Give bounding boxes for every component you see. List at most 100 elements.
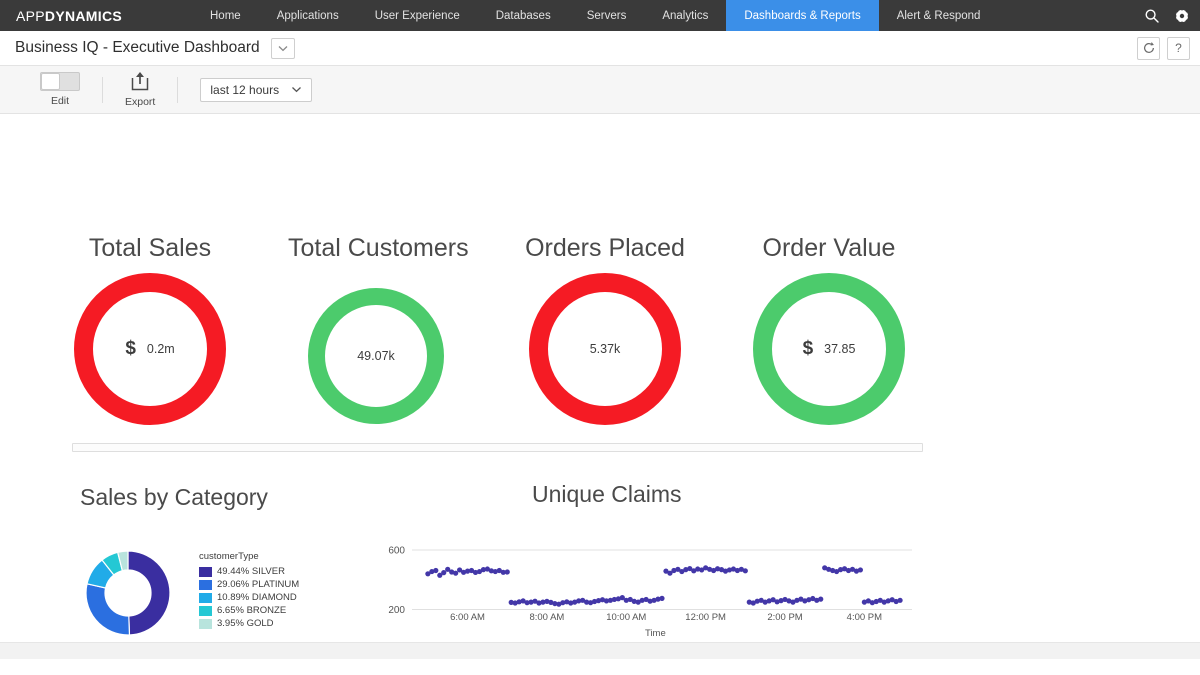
kpi-gauge-ring: $0.2m	[74, 273, 226, 425]
kpi-title: Orders Placed	[525, 234, 685, 262]
sales-by-category-donut-chart[interactable]	[74, 539, 182, 647]
edit-toggle[interactable]	[40, 72, 80, 91]
kpi-gauge-ring: 49.07k	[308, 288, 444, 424]
edit-label: Edit	[50, 95, 70, 107]
x-axis-tick: 10:00 AM	[606, 612, 647, 623]
legend-title: customerType	[199, 551, 259, 562]
legend-item-gold[interactable]: 3.95% GOLD	[199, 618, 299, 629]
dashboard-title-bar: Business IQ - Executive Dashboard ?	[0, 31, 1200, 66]
nav-item-alert-respond[interactable]: Alert & Respond	[879, 0, 999, 31]
legend-label: 29.06% PLATINUM	[217, 579, 300, 590]
kpi-value-group: 49.07k	[357, 349, 395, 363]
refresh-button[interactable]	[1137, 36, 1160, 60]
kpi-title: Total Sales	[88, 234, 212, 262]
kpi-value: 0.2m	[146, 342, 175, 356]
sales-by-category-title: Sales by Category	[80, 484, 268, 510]
y-axis-tick: 200	[388, 605, 405, 616]
top-navigation-bar: APP DYNAMICS Home Applications User Experie…	[0, 0, 1200, 31]
unique-claims-scatter-chart[interactable]: 200 600	[380, 534, 920, 639]
dashboard-canvas: Total Sales $0.2m Total Customers 49.07k Ord…	[0, 114, 1200, 659]
scatter-point	[818, 596, 824, 602]
y-axis-tick: 600	[388, 545, 405, 556]
nav-item-applications[interactable]: Applications	[259, 0, 357, 31]
kpi-value: 49.07k	[357, 349, 395, 363]
chevron-down-icon	[278, 45, 288, 51]
customer-type-legend: customerType 49.44% SILVER 29.06% PLATINU…	[199, 551, 299, 631]
kpi-currency-symbol: $	[802, 338, 814, 359]
legend-label: 10.89% DIAMOND	[217, 592, 297, 603]
nav-item-servers[interactable]: Servers	[569, 0, 645, 31]
legend-swatch	[199, 579, 212, 590]
kpi-gauge-ring: $37.85	[753, 273, 905, 425]
chevron-down-icon	[292, 87, 302, 93]
dashboard-selector-dropdown[interactable]	[270, 37, 295, 59]
kpi-value-group: $37.85	[803, 338, 856, 360]
nav-item-home[interactable]: Home	[192, 0, 259, 31]
dashboard-toolbar: Edit Export last 12 hours	[0, 66, 1200, 114]
gear-icon[interactable]	[1174, 7, 1190, 24]
kpi-currency-symbol: $	[125, 338, 136, 359]
toggle-knob	[41, 73, 60, 90]
toolbar-divider-2	[177, 76, 179, 103]
kpi-title: Total Customers	[288, 234, 469, 262]
page-footer	[0, 642, 1200, 659]
scatter-point	[433, 567, 439, 574]
legend-swatch	[199, 618, 212, 629]
nav-items: Home Applications User Experience Databases…	[192, 0, 998, 31]
legend-label: 3.95% GOLD	[217, 618, 274, 629]
scatter-point	[897, 597, 903, 603]
kpi-value: 5.37k	[589, 342, 621, 356]
separator-widget	[72, 443, 923, 452]
kpi-value-group: 5.37k	[590, 342, 621, 356]
legend-item-silver[interactable]: 49.44% SILVER	[199, 566, 299, 577]
legend-label: 49.44% SILVER	[217, 566, 285, 577]
appdynamics-logo[interactable]: APP DYNAMICS	[0, 0, 136, 31]
unique-claims-title: Unique Claims	[532, 481, 682, 507]
refresh-icon	[1143, 42, 1154, 53]
scatter-point	[659, 595, 665, 601]
help-button[interactable]: ?	[1167, 36, 1190, 60]
export-cell[interactable]: Export	[103, 66, 177, 113]
nav-item-databases[interactable]: Databases	[478, 0, 569, 31]
upload-icon	[131, 72, 149, 91]
x-axis-tick: 4:00 PM	[846, 612, 883, 623]
kpi-widget-order-value[interactable]: Order Value $37.85	[741, 236, 917, 425]
nav-item-user-experience[interactable]: User Experience	[357, 0, 478, 31]
x-axis-tick: 6:00 AM	[450, 612, 485, 623]
nav-right-actions	[1144, 0, 1190, 31]
scatter-point	[742, 568, 748, 574]
x-axis-tick: 8:00 AM	[529, 612, 565, 623]
scatter-point	[504, 569, 510, 575]
time-range-value: last 12 hours	[210, 82, 280, 97]
legend-label: 6.65% BRONZE	[217, 605, 287, 616]
nav-item-dashboards-reports[interactable]: Dashboards & Reports	[726, 0, 879, 31]
kpi-value: 37.85	[824, 342, 856, 356]
kpi-title: Order Value	[762, 234, 896, 262]
brand-light: APP	[16, 7, 45, 24]
x-axis-tick: 12:00 PM	[685, 612, 726, 623]
legend-item-diamond[interactable]: 10.89% DIAMOND	[199, 592, 299, 603]
kpi-widget-total-customers[interactable]: Total Customers 49.07k	[288, 234, 469, 424]
kpi-gauge-ring: 5.37k	[529, 273, 681, 425]
kpi-widget-orders-placed[interactable]: Orders Placed 5.37k	[517, 236, 693, 425]
export-label: Export	[125, 96, 156, 108]
search-icon[interactable]	[1144, 8, 1160, 24]
time-range-dropdown[interactable]: last 12 hours	[200, 77, 313, 102]
x-axis-label: Time	[645, 628, 666, 639]
kpi-widget-total-sales[interactable]: Total Sales $0.2m	[62, 236, 238, 425]
kpi-value-group: $0.2m	[125, 338, 174, 360]
legend-rows: 49.44% SILVER 29.06% PLATINUM 10.89% DIAMO…	[199, 566, 299, 629]
nav-item-analytics[interactable]: Analytics	[644, 0, 726, 31]
scatter-point	[857, 567, 864, 573]
brand-bold: DYNAMICS	[44, 7, 122, 24]
donut-slice-platinum[interactable]	[85, 583, 131, 636]
page-title: Business IQ - Executive Dashboard	[15, 39, 260, 56]
donut-slice-silver[interactable]	[127, 550, 171, 636]
legend-swatch	[199, 592, 212, 603]
edit-toggle-cell: Edit	[18, 66, 102, 113]
legend-swatch	[199, 566, 212, 577]
legend-swatch	[199, 605, 212, 616]
legend-item-bronze[interactable]: 6.65% BRONZE	[199, 605, 299, 616]
legend-item-platinum[interactable]: 29.06% PLATINUM	[199, 579, 299, 590]
x-axis-tick: 2:00 PM	[767, 612, 803, 623]
